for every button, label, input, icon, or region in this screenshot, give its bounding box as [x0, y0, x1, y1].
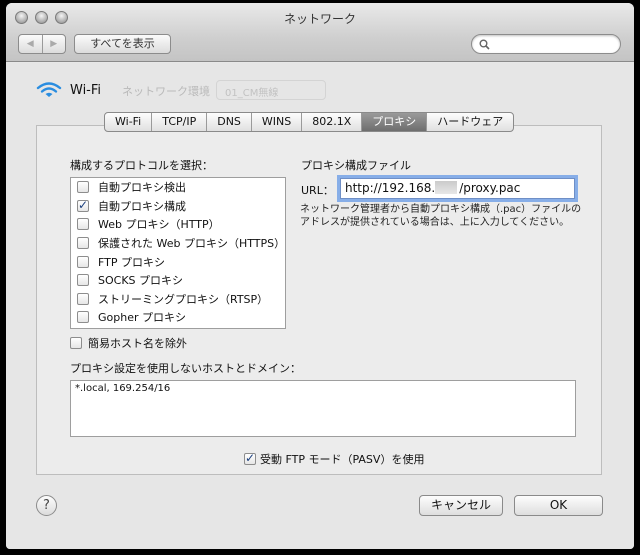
interface-name: Wi-Fi: [70, 82, 102, 98]
url-suffix: /proxy.pac: [459, 181, 521, 195]
back-forward-control: ◀ ▶: [18, 34, 66, 54]
protocol-auto-config[interactable]: 自動プロキシ構成: [71, 197, 285, 216]
protocol-web-proxy[interactable]: Web プロキシ（HTTP）: [71, 215, 285, 234]
checkbox[interactable]: [77, 292, 89, 305]
bypass-heading: プロキシ設定を使用しないホストとドメイン：: [70, 362, 301, 375]
protocol-secure-web-proxy[interactable]: 保護された Web プロキシ（HTTPS）: [71, 234, 285, 253]
network-location-label: ネットワーク環境: [122, 85, 210, 98]
tab-tcpip[interactable]: TCP/IP: [151, 113, 206, 131]
tab-wins[interactable]: WINS: [250, 113, 301, 131]
forward-arrow-icon[interactable]: ▶: [41, 35, 66, 53]
pac-description: ネットワーク管理者から自動プロキシ構成（.pac）ファイルのアドレスが提供されて…: [300, 204, 582, 228]
bypass-hosts-field[interactable]: *.local, 169.254/16: [70, 380, 576, 437]
protocol-label: Web プロキシ（HTTP）: [98, 218, 220, 232]
tab-dns[interactable]: DNS: [206, 113, 251, 131]
exclude-simple-hosts-label: 簡易ホスト名を除外: [88, 337, 187, 350]
protocol-label: 保護された Web プロキシ（HTTPS）: [98, 237, 286, 251]
protocol-gopher-proxy[interactable]: Gopher プロキシ: [71, 308, 285, 327]
show-all-button[interactable]: すべてを表示: [74, 34, 171, 54]
preferences-window: ネットワーク ◀ ▶ すべてを表示 Wi-Fi ネットワーク環境 01_CM無線: [6, 3, 634, 549]
protocol-ftp-proxy[interactable]: FTP プロキシ: [71, 252, 285, 271]
tab-proxies[interactable]: プロキシ: [361, 113, 427, 131]
protocol-list: 自動プロキシ検出 自動プロキシ構成 Web プロキシ（HTTP） 保護された W…: [70, 177, 286, 329]
passive-ftp-label: 受動 FTP モード（PASV）を使用: [260, 453, 425, 466]
checkbox-checked[interactable]: [77, 198, 89, 212]
pac-url-field[interactable]: http://192.168. /proxy.pac: [340, 178, 575, 199]
cancel-button[interactable]: キャンセル: [419, 495, 503, 516]
settings-tabs: Wi-Fi TCP/IP DNS WINS 802.1X プロキシ ハードウェア: [104, 112, 515, 132]
help-button[interactable]: ?: [36, 495, 57, 516]
checkbox[interactable]: [77, 274, 89, 287]
interface-header: Wi-Fi: [36, 81, 101, 99]
back-arrow-icon[interactable]: ◀: [19, 35, 42, 53]
proxy-file-heading: プロキシ構成ファイル: [301, 159, 411, 172]
checkbox-checked[interactable]: [244, 451, 256, 465]
redacted-block: [435, 181, 458, 194]
passive-ftp-option[interactable]: 受動 FTP モード（PASV）を使用: [244, 451, 424, 467]
protocol-label: FTP プロキシ: [98, 255, 165, 269]
checkbox[interactable]: [77, 218, 89, 231]
protocol-label: Gopher プロキシ: [98, 311, 186, 325]
protocol-label: SOCKS プロキシ: [98, 274, 184, 288]
protocol-label: 自動プロキシ検出: [98, 181, 186, 195]
protocol-label: ストリーミングプロキシ（RTSP）: [98, 292, 269, 306]
exclude-simple-hosts-option[interactable]: 簡易ホスト名を除外: [70, 335, 187, 351]
protocol-auto-discovery[interactable]: 自動プロキシ検出: [71, 178, 285, 197]
checkbox[interactable]: [77, 181, 89, 194]
search-icon: [479, 39, 490, 50]
checkbox[interactable]: [70, 337, 82, 349]
ok-button[interactable]: OK: [514, 495, 603, 516]
checkbox[interactable]: [77, 237, 89, 250]
search-field[interactable]: [471, 34, 621, 54]
checkbox[interactable]: [77, 311, 89, 324]
protocol-streaming-proxy[interactable]: ストリーミングプロキシ（RTSP）: [71, 290, 285, 309]
protocol-label: 自動プロキシ構成: [98, 199, 186, 213]
checkbox[interactable]: [77, 255, 89, 268]
tab-hardware[interactable]: ハードウェア: [426, 113, 513, 131]
protocol-list-heading: 構成するプロトコルを選択：: [70, 159, 213, 172]
window-title: ネットワーク: [283, 12, 356, 26]
url-prefix: http://192.168.: [345, 181, 436, 195]
wifi-icon: [36, 82, 62, 97]
network-location-select: 01_CM無線: [216, 80, 326, 100]
tab-8021x[interactable]: 802.1X: [301, 113, 361, 131]
title-bar: ネットワーク ◀ ▶ すべてを表示: [6, 3, 634, 62]
network-pane: Wi-Fi ネットワーク環境 01_CM無線 Wi-Fi TCP/IP DNS …: [6, 63, 634, 549]
tab-wifi[interactable]: Wi-Fi: [105, 113, 151, 131]
protocol-socks-proxy[interactable]: SOCKS プロキシ: [71, 271, 285, 290]
url-label: URL：: [301, 184, 334, 197]
